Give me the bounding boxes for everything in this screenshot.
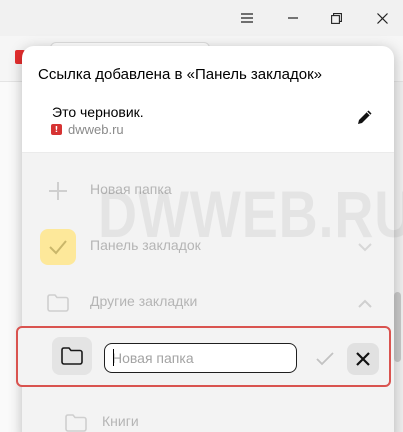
- folder-label: Книги: [102, 413, 139, 429]
- folder-row-bookmarks-bar[interactable]: Панель закладок: [22, 219, 394, 273]
- close-icon[interactable]: [368, 6, 396, 30]
- bookmark-site-url: dwweb.ru: [68, 122, 124, 137]
- bookmark-page-name: Это черновик.: [52, 104, 144, 120]
- folder-label: Другие закладки: [90, 293, 198, 309]
- new-folder-name-input[interactable]: [104, 343, 297, 373]
- folder-row-books[interactable]: Книги: [22, 395, 394, 432]
- site-favicon: !: [51, 124, 62, 135]
- pencil-icon: [358, 110, 372, 124]
- restore-icon[interactable]: [322, 6, 350, 30]
- scrollbar-thumb[interactable]: [394, 292, 401, 362]
- new-folder-edit-row: [16, 326, 391, 387]
- checkmark-icon: [316, 352, 334, 366]
- text-caret: [113, 349, 114, 366]
- folder-label: Панель закладок: [90, 237, 201, 253]
- new-folder-row[interactable]: Новая папка: [22, 163, 394, 217]
- folder-icon: [58, 405, 94, 432]
- hamburger-menu-icon[interactable]: [233, 6, 261, 30]
- close-icon: [356, 352, 370, 366]
- plus-icon: [40, 173, 76, 209]
- folder-icon: [52, 337, 92, 375]
- edit-bookmark-button[interactable]: [352, 104, 378, 130]
- folder-icon: [40, 285, 76, 321]
- cancel-folder-button[interactable]: [347, 343, 379, 375]
- folder-row-other-bookmarks[interactable]: Другие закладки: [22, 275, 394, 329]
- folder-list: Новая папка Панель закладок Другие закла…: [22, 153, 394, 432]
- minimize-icon[interactable]: [279, 6, 307, 30]
- popup-title: Ссылка добавлена в «Панель закладок»: [38, 66, 322, 83]
- chevron-down-icon[interactable]: [354, 236, 376, 258]
- folder-label: Новая папка: [90, 181, 172, 197]
- confirm-folder-button[interactable]: [309, 343, 341, 375]
- chevron-up-icon[interactable]: [354, 292, 376, 314]
- checkmark-icon: [40, 229, 76, 265]
- title-bar: [0, 0, 403, 36]
